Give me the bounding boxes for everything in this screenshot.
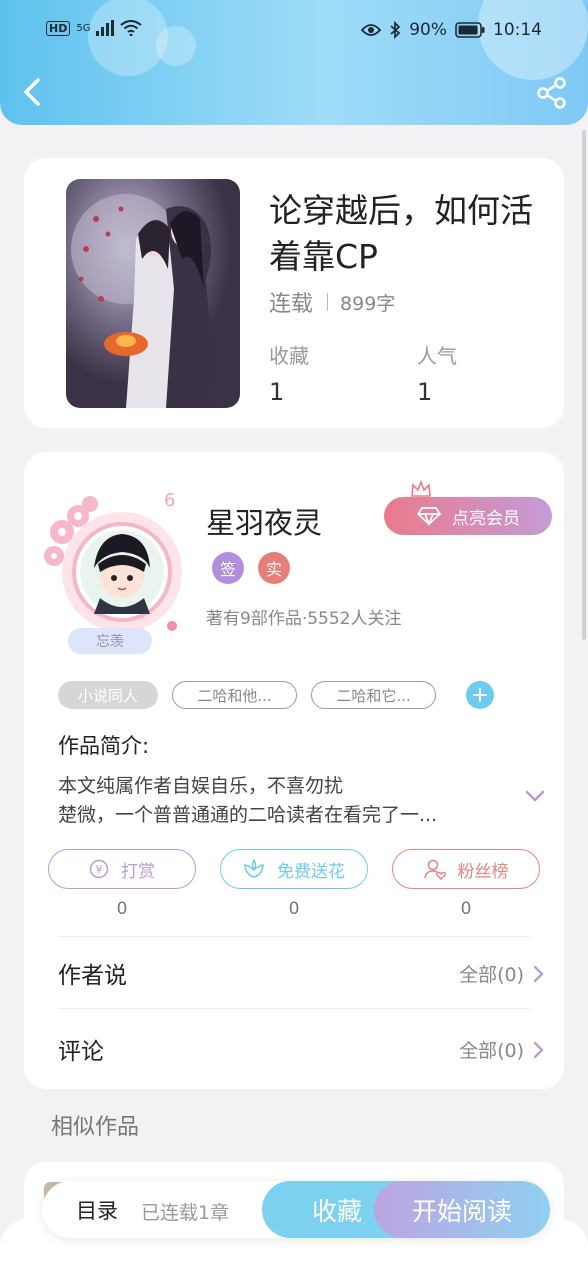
tag-list: 小说同人 二哈和他... 二哈和它... + <box>58 681 494 709</box>
chevron-left-icon <box>24 78 40 106</box>
vip-label: 点亮会员 <box>452 508 520 529</box>
author-level: 6 <box>164 490 175 511</box>
svg-text:¥: ¥ <box>96 863 103 876</box>
book-status: 连载 <box>269 292 314 317</box>
eye-icon <box>361 24 382 36</box>
intro-title: 作品简介: <box>58 734 150 758</box>
signal-icon <box>96 20 115 36</box>
bluetooth-icon <box>390 21 401 39</box>
comments-label: 评论 <box>58 1039 104 1065</box>
user-heart-icon <box>423 859 446 880</box>
similar-works-title: 相似作品 <box>51 1115 140 1140</box>
author-says-link: 全部(0) <box>459 960 544 987</box>
scrollbar[interactable] <box>582 130 586 640</box>
comments-row[interactable]: 评论 全部(0) <box>24 1012 564 1084</box>
favorites-value: 1 <box>269 378 285 406</box>
intro-text[interactable]: 本文纯属作者自娱自乐，不喜勿扰 楚微，一个普普通通的二哈读者在看完了一... <box>58 772 508 830</box>
author-card: 6 忘羡 星羽夜灵 点亮会员 签 实 著有9部作品·5552人关注 小说同人 二… <box>24 452 564 1089</box>
start-reading-label: 开始阅读 <box>411 1196 512 1226</box>
chevron-right-icon <box>533 1041 544 1058</box>
table-of-contents-button[interactable]: 目录 <box>76 1195 118 1225</box>
book-title: 论穿越后，如何活着靠CP <box>269 191 533 276</box>
tag-item[interactable]: 小说同人 <box>58 681 158 709</box>
reward-button[interactable]: ¥ 打赏 <box>48 849 196 889</box>
crown-icon <box>411 480 431 497</box>
avatar-caption: 忘羡 <box>68 628 152 654</box>
author-says-count: 全部(0) <box>459 964 524 986</box>
divider <box>58 1008 530 1009</box>
favorites-label: 收藏 <box>269 344 309 368</box>
book-cover-image[interactable] <box>66 179 240 408</box>
share-icon <box>537 77 566 109</box>
send-flower-button[interactable]: 免费送花 <box>220 849 368 889</box>
signal-label: 5G <box>76 22 91 34</box>
plus-icon: + <box>470 682 490 708</box>
expand-intro-button[interactable] <box>524 788 546 807</box>
fans-label: 粉丝榜 <box>457 861 509 882</box>
network-label: HD <box>46 20 71 36</box>
author-says-row[interactable]: 作者说 全部(0) <box>24 936 564 1008</box>
tag-item[interactable]: 二哈和他... <box>172 681 297 709</box>
intro-line: 本文纯属作者自娱自乐，不喜勿扰 <box>58 775 344 797</box>
book-info-card: 论穿越后，如何活着靠CP 连载 899字 收藏 1 人气 1 <box>24 158 564 428</box>
divider <box>327 293 329 311</box>
word-count: 899字 <box>340 292 396 315</box>
fans-count: 0 <box>460 899 472 919</box>
back-button[interactable] <box>18 74 50 110</box>
author-stats: 著有9部作品·5552人关注 <box>206 609 402 629</box>
share-button[interactable] <box>536 76 568 110</box>
flower-label: 免费送花 <box>277 861 345 882</box>
flower-count: 0 <box>288 899 300 919</box>
reward-label: 打赏 <box>121 861 155 882</box>
popularity-value: 1 <box>417 378 433 406</box>
book-meta: 连载 899字 <box>269 286 395 318</box>
author-name[interactable]: 星羽夜灵 <box>206 500 322 542</box>
popularity-label: 人气 <box>417 344 457 368</box>
chevron-right-icon <box>533 965 544 982</box>
battery-percent: 90% <box>409 20 447 40</box>
reward-count: 0 <box>116 899 128 919</box>
intro-line: 楚微，一个普普通通的二哈读者在看完了一... <box>58 804 438 826</box>
collect-label: 收藏 <box>311 1196 362 1226</box>
comments-link: 全部(0) <box>459 1036 544 1063</box>
badge-verified: 实 <box>258 552 290 584</box>
diamond-icon <box>416 507 442 526</box>
author-says-label: 作者说 <box>58 963 127 989</box>
top-header: HD 5G 90% 10:14 <box>0 0 588 125</box>
clock: 10:14 <box>493 20 542 40</box>
chapter-count: 已连载1章 <box>141 1202 230 1224</box>
author-avatar[interactable]: 6 忘羡 <box>32 476 182 656</box>
start-reading-button[interactable]: 开始阅读 <box>374 1181 550 1238</box>
comments-count: 全部(0) <box>459 1040 524 1062</box>
tag-item[interactable]: 二哈和它... <box>311 681 436 709</box>
vip-button[interactable]: 点亮会员 <box>384 497 552 535</box>
chevron-down-icon <box>525 790 545 802</box>
coin-icon: ¥ <box>89 859 109 879</box>
bottom-action-bar: 目录 已连载1章 收藏 开始阅读 <box>42 1181 550 1238</box>
badge-signed: 签 <box>212 552 244 584</box>
fans-rank-button[interactable]: 粉丝榜 <box>392 849 540 889</box>
add-tag-button[interactable]: + <box>466 681 494 709</box>
battery-icon <box>455 22 485 38</box>
wifi-icon <box>120 20 143 36</box>
flower-icon <box>244 859 264 878</box>
status-bar: HD 5G 90% 10:14 <box>0 18 588 44</box>
